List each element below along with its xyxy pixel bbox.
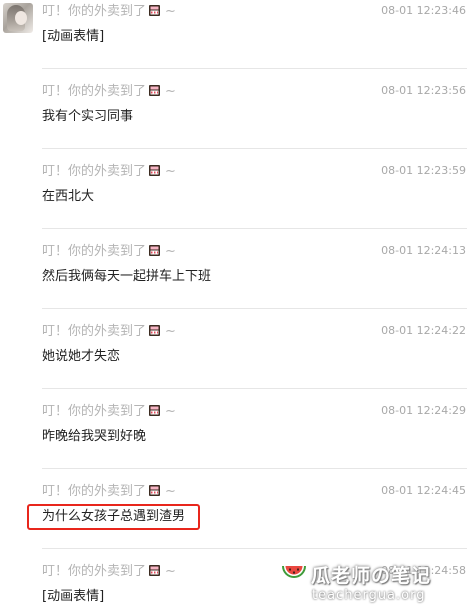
message-divider [42, 148, 467, 149]
message-text[interactable]: 在西北大 [42, 188, 94, 206]
message-time: 08-01 12:24:45 [381, 484, 466, 497]
message-divider [42, 308, 467, 309]
sender-name: 叮！你的外卖到了 [42, 404, 147, 419]
message-text[interactable]: 然后我俩每天一起拼车上下班 [42, 268, 211, 286]
message-text[interactable]: 昨晚给我哭到好晚 [42, 428, 146, 446]
message-sender: 叮！你的外卖到了 ~ [42, 243, 176, 261]
cake-emoji-icon [149, 5, 161, 16]
sender-name: 叮！你的外卖到了 [42, 84, 147, 99]
message-sender: 叮！你的外卖到了 ~ [42, 403, 176, 421]
sender-name: 叮！你的外卖到了 [42, 324, 147, 339]
message-text[interactable]: 我有个实习同事 [42, 108, 133, 126]
message-time: 08-01 12:23:56 [381, 84, 466, 97]
cake-emoji-icon [149, 165, 161, 176]
sender-name: 叮！你的外卖到了 [42, 564, 147, 579]
message-divider [42, 68, 467, 69]
message-time: 08-01 12:24:22 [381, 324, 466, 337]
message-sender: 叮！你的外卖到了 ~ [42, 3, 176, 21]
message-divider [42, 228, 467, 229]
sender-suffix: ~ [165, 164, 176, 179]
cake-emoji-icon [149, 325, 161, 336]
message-time: 08-01 12:24:13 [381, 244, 466, 257]
sender-name: 叮！你的外卖到了 [42, 164, 147, 179]
message-sender: 叮！你的外卖到了 ~ [42, 163, 176, 181]
sender-suffix: ~ [165, 4, 176, 19]
message-text[interactable]: [动画表情] [42, 28, 104, 46]
message-text[interactable]: [动画表情] [42, 588, 104, 606]
sender-name: 叮！你的外卖到了 [42, 244, 147, 259]
message-divider [42, 388, 467, 389]
message-divider [42, 548, 467, 549]
message-divider [42, 468, 467, 469]
cake-emoji-icon [149, 405, 161, 416]
message-time: 08-01 12:23:46 [381, 4, 466, 17]
cake-emoji-icon [149, 565, 161, 576]
message-time: 08-01 12:23:59 [381, 164, 466, 177]
sender-suffix: ~ [165, 324, 176, 339]
sender-name: 叮！你的外卖到了 [42, 4, 147, 19]
message-text-highlighted[interactable]: 为什么女孩子总遇到渣男 [27, 504, 201, 530]
sender-suffix: ~ [165, 404, 176, 419]
message-text[interactable]: 她说她才失恋 [42, 348, 120, 366]
message-item: 叮！你的外卖到了 ~ 08-01 12:24:58 [动画表情] [0, 560, 467, 607]
message-sender: 叮！你的外卖到了 ~ [42, 83, 176, 101]
message-sender: 叮！你的外卖到了 ~ [42, 563, 176, 581]
message-time: 08-01 12:24:58 [381, 564, 466, 577]
cake-emoji-icon [149, 245, 161, 256]
sender-suffix: ~ [165, 84, 176, 99]
sender-suffix: ~ [165, 244, 176, 259]
message-time: 08-01 12:24:29 [381, 404, 466, 417]
cake-emoji-icon [149, 485, 161, 496]
message-sender: 叮！你的外卖到了 ~ [42, 323, 176, 341]
message-sender: 叮！你的外卖到了 ~ [42, 483, 176, 501]
sender-suffix: ~ [165, 564, 176, 579]
cake-emoji-icon [149, 85, 161, 96]
sender-suffix: ~ [165, 484, 176, 499]
sender-name: 叮！你的外卖到了 [42, 484, 147, 499]
